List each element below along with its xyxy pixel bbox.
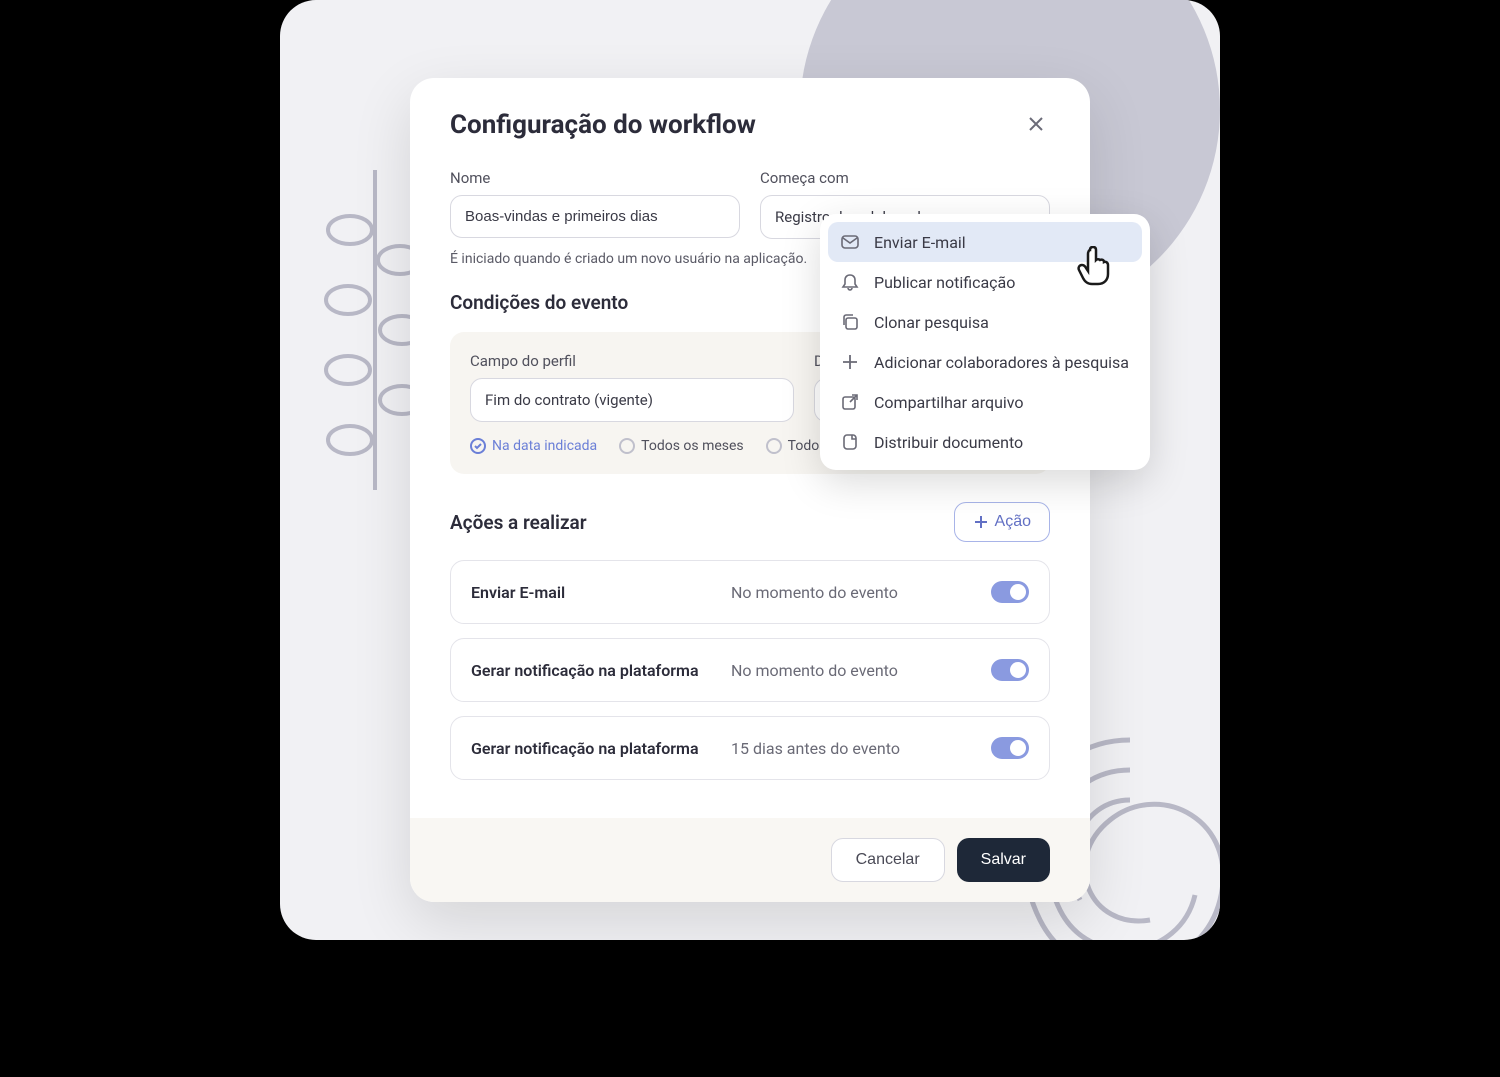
dropdown-item-label: Compartilhar arquivo [874, 393, 1024, 412]
action-card: Enviar E-mail No momento do evento [450, 560, 1050, 624]
radio-on-date[interactable]: Na data indicada [470, 438, 597, 454]
radio-every-month[interactable]: Todos os meses [619, 438, 744, 454]
workflow-config-modal: Configuração do workflow Nome Começa com… [410, 78, 1090, 902]
dropdown-item-label: Enviar E-mail [874, 233, 966, 252]
backdrop: Configuração do workflow Nome Começa com… [280, 0, 1220, 940]
name-label: Nome [450, 169, 740, 187]
action-timing: No momento do evento [731, 661, 991, 680]
bell-icon [840, 272, 860, 292]
action-toggle[interactable] [991, 581, 1029, 603]
radio-every-month-label: Todos os meses [641, 438, 744, 454]
starts-with-label: Começa com [760, 169, 1050, 187]
cursor-hand-icon [1076, 246, 1112, 286]
dropdown-item-add-collaborators[interactable]: Adicionar colaboradores à pesquisa [828, 342, 1142, 382]
share-icon [840, 392, 860, 412]
dropdown-item-distribute-document[interactable]: Distribuir documento [828, 422, 1142, 462]
close-button[interactable] [1022, 110, 1050, 141]
dropdown-item-label: Publicar notificação [874, 273, 1015, 292]
action-toggle[interactable] [991, 659, 1029, 681]
dropdown-item-clone-survey[interactable]: Clonar pesquisa [828, 302, 1142, 342]
profile-field-value: Fim do contrato (vigente) [485, 391, 653, 409]
plus-icon [973, 514, 989, 530]
dropdown-item-share-file[interactable]: Compartilhar arquivo [828, 382, 1142, 422]
action-name: Enviar E-mail [471, 583, 731, 602]
document-icon [840, 432, 860, 452]
actions-title: Ações a realizar [450, 511, 587, 534]
profile-field-label: Campo do perfil [470, 352, 794, 370]
action-name: Gerar notificação na plataforma [471, 661, 731, 680]
dropdown-item-label: Clonar pesquisa [874, 313, 989, 332]
action-card: Gerar notificação na plataforma No momen… [450, 638, 1050, 702]
dropdown-item-label: Adicionar colaboradores à pesquisa [874, 353, 1129, 372]
mail-icon [840, 232, 860, 252]
radio-on-date-label: Na data indicada [492, 438, 597, 454]
close-icon [1026, 114, 1046, 134]
name-input[interactable] [450, 195, 740, 238]
cancel-button[interactable]: Cancelar [831, 838, 945, 882]
add-action-button[interactable]: Ação [954, 502, 1050, 542]
copy-icon [840, 312, 860, 332]
action-name: Gerar notificação na plataforma [471, 739, 731, 758]
action-card: Gerar notificação na plataforma 15 dias … [450, 716, 1050, 780]
save-button[interactable]: Salvar [957, 838, 1050, 882]
check-circle-icon [470, 438, 486, 454]
plus-icon [840, 352, 860, 372]
radio-icon [766, 438, 782, 454]
action-timing: No momento do evento [731, 583, 991, 602]
dropdown-item-label: Distribuir documento [874, 433, 1023, 452]
action-timing: 15 dias antes do evento [731, 739, 991, 758]
radio-icon [619, 438, 635, 454]
add-action-label: Ação [995, 513, 1031, 531]
profile-field-select[interactable]: Fim do contrato (vigente) [470, 378, 794, 422]
action-toggle[interactable] [991, 737, 1029, 759]
modal-title: Configuração do workflow [450, 110, 756, 140]
